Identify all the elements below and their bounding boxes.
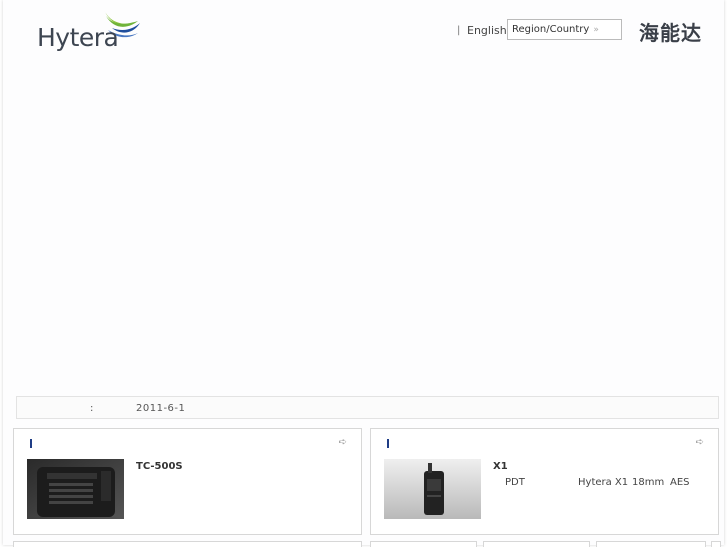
brand-chinese-name: 海能达	[639, 21, 702, 45]
product-image-tc500s[interactable]	[27, 459, 124, 519]
news-colon: :	[90, 403, 94, 414]
product-name[interactable]: X1	[493, 461, 508, 472]
logo-text: Hytera	[37, 23, 119, 52]
lower-panel-4	[596, 541, 706, 547]
product-desc-4: AES	[670, 477, 690, 488]
panel-title-marker	[387, 439, 389, 448]
product-desc-3: 18mm	[632, 477, 665, 488]
lower-panel-2	[370, 541, 477, 547]
hytera-logo[interactable]: Hytera	[34, 6, 144, 52]
product-image-x1[interactable]	[384, 459, 481, 519]
product-desc-1: PDT	[505, 477, 525, 488]
region-select-value: Region/Country	[512, 24, 590, 35]
english-link[interactable]: English	[467, 24, 507, 37]
lower-panel-5	[711, 541, 721, 547]
more-arrow-icon[interactable]: ➪	[696, 437, 704, 448]
product-name[interactable]: TC-500S	[136, 461, 183, 472]
news-ticker[interactable]: : 2011-6-1	[16, 396, 719, 419]
page-frame: Hytera | English Region/Country» 海能达 : 2…	[3, 0, 724, 547]
lower-panel-3	[483, 541, 590, 547]
more-arrow-icon[interactable]: ➪	[339, 437, 347, 448]
lower-panel-1	[13, 541, 362, 547]
region-country-select[interactable]: Region/Country»	[507, 19, 622, 40]
product-desc-2: Hytera X1	[578, 477, 629, 488]
banner-area	[13, 60, 719, 390]
product-panel-1: ➪ TC-500S	[13, 428, 362, 535]
panel-title-marker	[30, 439, 32, 448]
news-date: 2011-6-1	[136, 403, 186, 414]
language-separator: |	[457, 25, 461, 36]
product-panel-2: ➪ X1 PDT Hytera X1 18mm AES	[370, 428, 719, 535]
chevron-right-icon: »	[593, 25, 599, 35]
